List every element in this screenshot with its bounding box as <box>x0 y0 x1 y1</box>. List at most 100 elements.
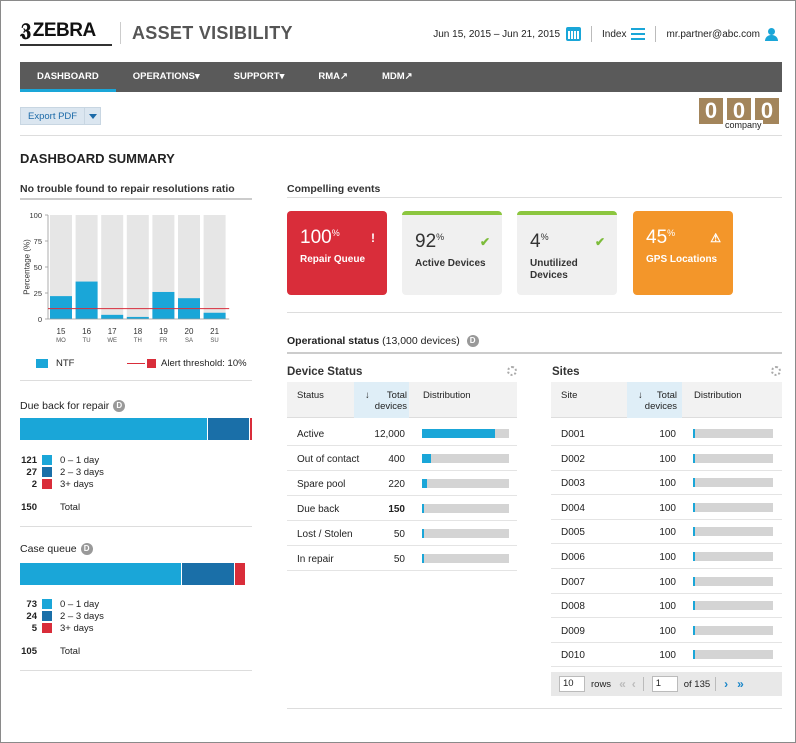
col-site[interactable]: Site <box>561 390 577 401</box>
alert-circle-icon: ! <box>371 231 375 245</box>
bar-segment[interactable] <box>206 418 249 440</box>
table-row[interactable]: Out of contact 400 <box>287 447 517 471</box>
rows-per-page-input[interactable]: 10 <box>559 676 585 692</box>
bar-segment[interactable] <box>248 418 252 440</box>
last-page-icon[interactable]: » <box>737 677 744 691</box>
total-cell: 100 <box>659 478 676 490</box>
table-row[interactable]: D008 100 <box>551 594 782 619</box>
table-row[interactable]: Spare pool 220 <box>287 472 517 496</box>
header-right: Jun 15, 2015 – Jun 21, 2015 Index mr.par… <box>433 26 778 42</box>
bar-segment[interactable] <box>20 563 182 585</box>
sort-down-icon[interactable]: ↓ <box>365 390 370 401</box>
repair-queue-card[interactable]: 100% Repair Queue! <box>287 211 387 295</box>
legend-row: 121 0 – 1 day <box>20 454 99 466</box>
card-label: Active Devices <box>415 258 486 269</box>
gear-icon[interactable] <box>771 366 781 376</box>
status-cell: Due back <box>297 504 340 515</box>
nav-dashboard[interactable]: DASHBOARD <box>20 62 116 92</box>
legend-swatch <box>42 455 52 465</box>
nav-mdm[interactable]: MDM↗ <box>365 62 430 92</box>
legend-label: 2 – 3 days <box>60 610 104 622</box>
ntf-bar[interactable] <box>75 281 98 319</box>
divider <box>287 197 782 198</box>
export-pdf-button[interactable]: Export PDF <box>20 107 86 125</box>
table-row[interactable]: D007 100 <box>551 570 782 594</box>
table-row[interactable]: In repair 50 <box>287 547 517 571</box>
legend-swatch <box>42 623 52 633</box>
site-cell: D004 <box>561 502 585 514</box>
table-row[interactable]: Due back 150 <box>287 497 517 521</box>
nav-rma[interactable]: RMA↗ <box>301 62 365 92</box>
index-link[interactable]: Index <box>602 29 626 40</box>
first-page-icon[interactable]: « <box>619 677 626 691</box>
legend-label: 3+ days <box>60 622 94 634</box>
prev-page-icon[interactable]: ‹ <box>632 677 636 691</box>
ntf-bar[interactable] <box>152 291 175 319</box>
total-cell: 100 <box>659 527 676 539</box>
col-total-devices[interactable]: Total devices <box>644 390 677 412</box>
page-title: DASHBOARD SUMMARY <box>20 151 175 166</box>
legend-count: 24 <box>26 610 37 622</box>
ntf-bar[interactable] <box>203 312 226 319</box>
table-row[interactable]: D010 100 <box>551 643 782 668</box>
date-range[interactable]: Jun 15, 2015 – Jun 21, 2015 <box>433 29 560 40</box>
main-nav: DASHBOARD OPERATIONS▾ SUPPORT▾ RMA↗ MDM↗ <box>20 62 782 92</box>
distribution-bar <box>422 504 509 513</box>
header-separator <box>655 26 657 42</box>
total-cell: 220 <box>388 479 405 490</box>
table-row[interactable]: D006 100 <box>551 545 782 569</box>
unutilized-devices-card[interactable]: 4% Unutilized Devices ✔ <box>517 211 617 295</box>
user-email[interactable]: mr.partner@abc.com <box>666 29 760 40</box>
total-cell: 50 <box>393 529 405 540</box>
table-row[interactable]: D003 100 <box>551 471 782 496</box>
operational-count: (13,000 devices) <box>382 335 460 347</box>
card-label: GPS Locations <box>646 254 718 265</box>
nav-support[interactable]: SUPPORT▾ <box>217 62 302 92</box>
active-devices-card[interactable]: 92% Active Devices ✔ <box>402 211 502 295</box>
page-number-input[interactable]: 1 <box>651 676 678 692</box>
card-unit: % <box>331 228 340 238</box>
gps-locations-card[interactable]: 45% GPS Locations ⚠ <box>633 211 733 295</box>
table-row[interactable]: Active 12,000 <box>287 422 517 446</box>
col-status[interactable]: Status <box>297 390 324 401</box>
counter-digit: 0 <box>699 98 723 124</box>
menu-icon[interactable] <box>631 28 646 40</box>
table-row[interactable]: Lost / Stolen 50 <box>287 522 517 546</box>
y-tick-label: 75 <box>34 237 42 246</box>
next-page-icon[interactable]: › <box>724 677 728 691</box>
ntf-bar[interactable] <box>101 314 124 319</box>
ntf-bar[interactable] <box>50 296 72 319</box>
distribution-fill <box>693 478 695 488</box>
legend-total-label: Total <box>60 645 81 657</box>
legend-total-count: 105 <box>21 645 37 657</box>
gear-icon[interactable] <box>507 366 517 376</box>
logo-underline <box>20 44 112 46</box>
table-row[interactable]: D004 100 <box>551 496 782 520</box>
info-icon[interactable]: D <box>466 335 479 348</box>
export-dropdown-button[interactable] <box>85 107 102 125</box>
info-icon[interactable]: D <box>80 543 93 556</box>
calendar-icon[interactable] <box>566 27 582 41</box>
table-row[interactable]: D009 100 <box>551 619 782 643</box>
table-row[interactable]: D005 100 <box>551 520 782 545</box>
zebra-logo[interactable]: 𝖅 ZEBRA <box>20 20 96 42</box>
status-cell: Spare pool <box>297 479 346 490</box>
bar-segment[interactable] <box>234 563 246 585</box>
info-icon[interactable]: D <box>113 400 126 413</box>
user-icon[interactable] <box>765 27 778 41</box>
col-total-devices[interactable]: Total devices <box>371 390 407 412</box>
header-divider <box>120 22 121 44</box>
check-icon: ✔ <box>594 235 605 249</box>
y-tick-label: 0 <box>38 315 42 324</box>
total-cell: 100 <box>659 601 676 613</box>
y-tick-label: 25 <box>34 289 42 298</box>
table-row[interactable]: D002 100 <box>551 447 782 471</box>
bar-segment[interactable] <box>20 418 207 440</box>
case-queue-bar <box>20 563 252 585</box>
table-row[interactable]: D001 100 <box>551 422 782 446</box>
bar-segment[interactable] <box>181 563 235 585</box>
nav-operations[interactable]: OPERATIONS▾ <box>116 62 217 92</box>
sort-down-icon[interactable]: ↓ <box>638 390 643 401</box>
due-back-title: Due back for repair D <box>20 400 126 413</box>
distribution-fill <box>422 429 496 438</box>
